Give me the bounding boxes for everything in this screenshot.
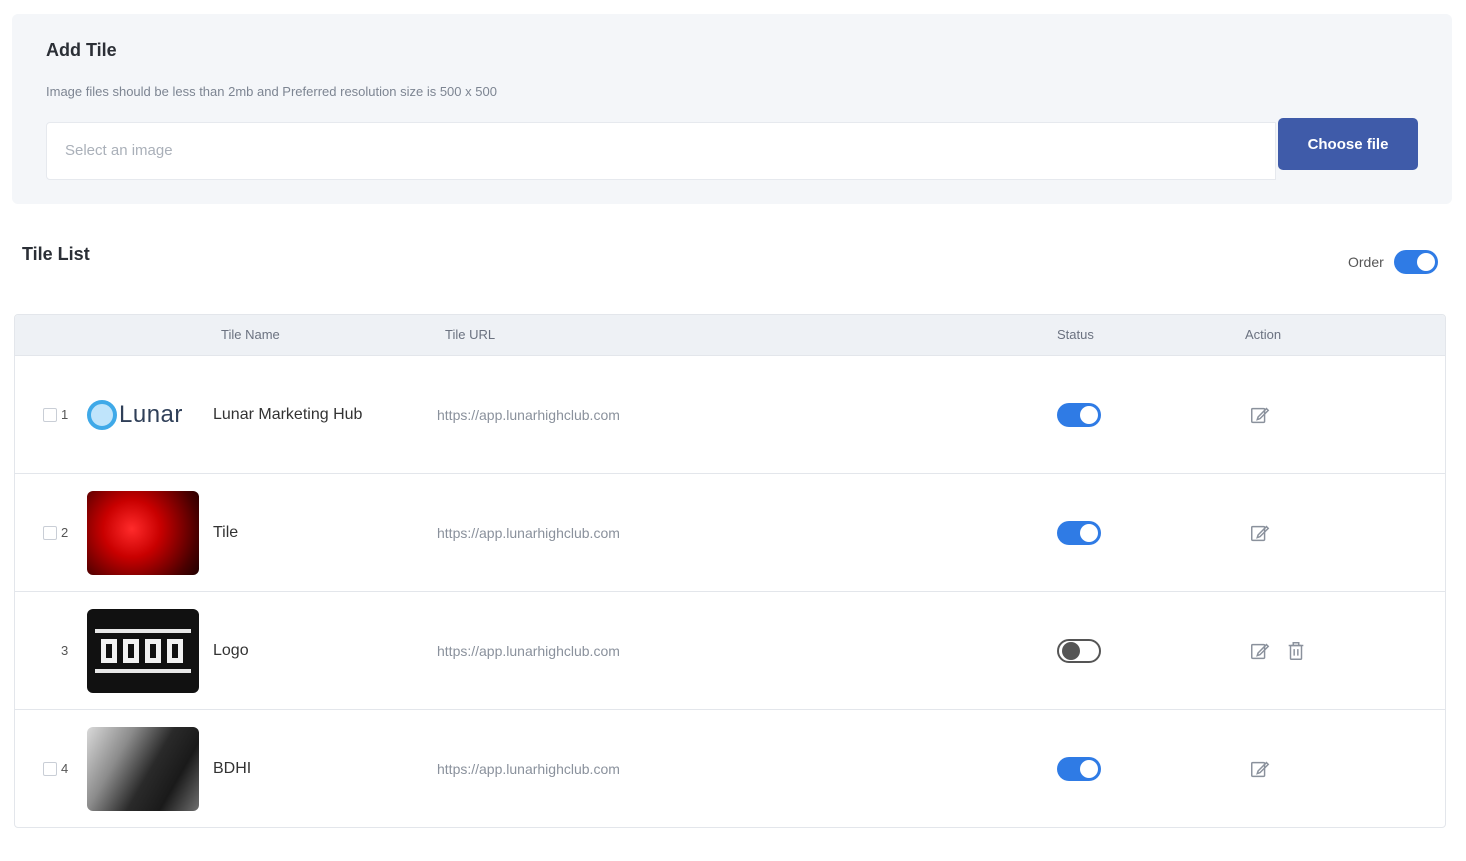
status-toggle[interactable] [1057,638,1101,663]
lunar-logo-icon: Lunar [87,373,199,457]
row-actions [1249,757,1271,781]
lunar-logo-text: Lunar [119,400,183,428]
lunar-circle-icon [87,399,117,430]
tile-table: Tile Name Tile URL Status Action 1 Lunar… [14,314,1446,828]
column-header-status: Status [1057,327,1094,342]
row-index: 2 [61,524,69,540]
red-abstract-image-icon [87,490,199,575]
status-toggle[interactable] [1057,520,1101,545]
row-actions [1249,403,1271,427]
row-actions [1249,639,1307,663]
toggle-knob [1080,523,1098,542]
tile-list-title: Tile List [22,244,90,264]
add-tile-title: Add Tile [46,40,117,60]
order-label: Order [1348,254,1384,270]
image-file-input[interactable]: Select an image [46,122,1276,180]
tile-name: Lunar Marketing Hub [213,405,363,423]
edit-icon[interactable] [1249,639,1271,663]
order-toggle[interactable] [1393,250,1438,274]
black-logo-image-icon [87,608,199,693]
column-header-tile-name: Tile Name [221,327,280,342]
photo-image-icon [87,726,199,811]
row-checkbox[interactable] [43,761,57,776]
table-row: 3 Logo https://app.lunarhighclub.com [15,591,1445,709]
column-header-tile-url: Tile URL [445,327,496,342]
trash-icon[interactable] [1285,639,1307,663]
toggle-knob [1080,405,1098,424]
edit-icon[interactable] [1249,403,1271,427]
row-checkbox[interactable] [43,525,57,540]
toggle-knob [1062,641,1080,660]
row-actions [1249,521,1271,545]
add-tile-hint: Image files should be less than 2mb and … [46,84,497,99]
order-control: Order [1348,250,1438,274]
choose-file-button[interactable]: Choose file [1278,118,1418,170]
edit-icon[interactable] [1249,757,1271,781]
table-header: Tile Name Tile URL Status Action [15,315,1445,355]
status-toggle[interactable] [1057,756,1101,781]
row-index: 4 [61,760,69,776]
edit-icon[interactable] [1249,521,1271,545]
table-row: 2 Tile https://app.lunarhighclub.com [15,473,1445,591]
row-checkbox[interactable] [43,407,57,422]
tile-url[interactable]: https://app.lunarhighclub.com [437,525,620,541]
table-row: 4 BDHI https://app.lunarhighclub.com [15,709,1445,827]
tile-name: Tile [213,523,239,541]
black-logo-graphic [95,628,191,673]
column-header-action: Action [1245,327,1282,342]
toggle-knob [1416,253,1435,271]
row-index: 3 [61,642,69,658]
tile-url[interactable]: https://app.lunarhighclub.com [437,761,620,777]
tile-name: Logo [213,641,249,659]
status-toggle[interactable] [1057,402,1101,427]
row-index: 1 [61,406,69,422]
add-tile-panel: Add Tile Image files should be less than… [12,14,1452,204]
toggle-knob [1080,759,1098,778]
table-row: 1 Lunar Lunar Marketing Hub https://app.… [15,355,1445,473]
tile-url[interactable]: https://app.lunarhighclub.com [437,643,620,659]
tile-name: BDHI [213,759,252,777]
tile-url[interactable]: https://app.lunarhighclub.com [437,407,620,423]
